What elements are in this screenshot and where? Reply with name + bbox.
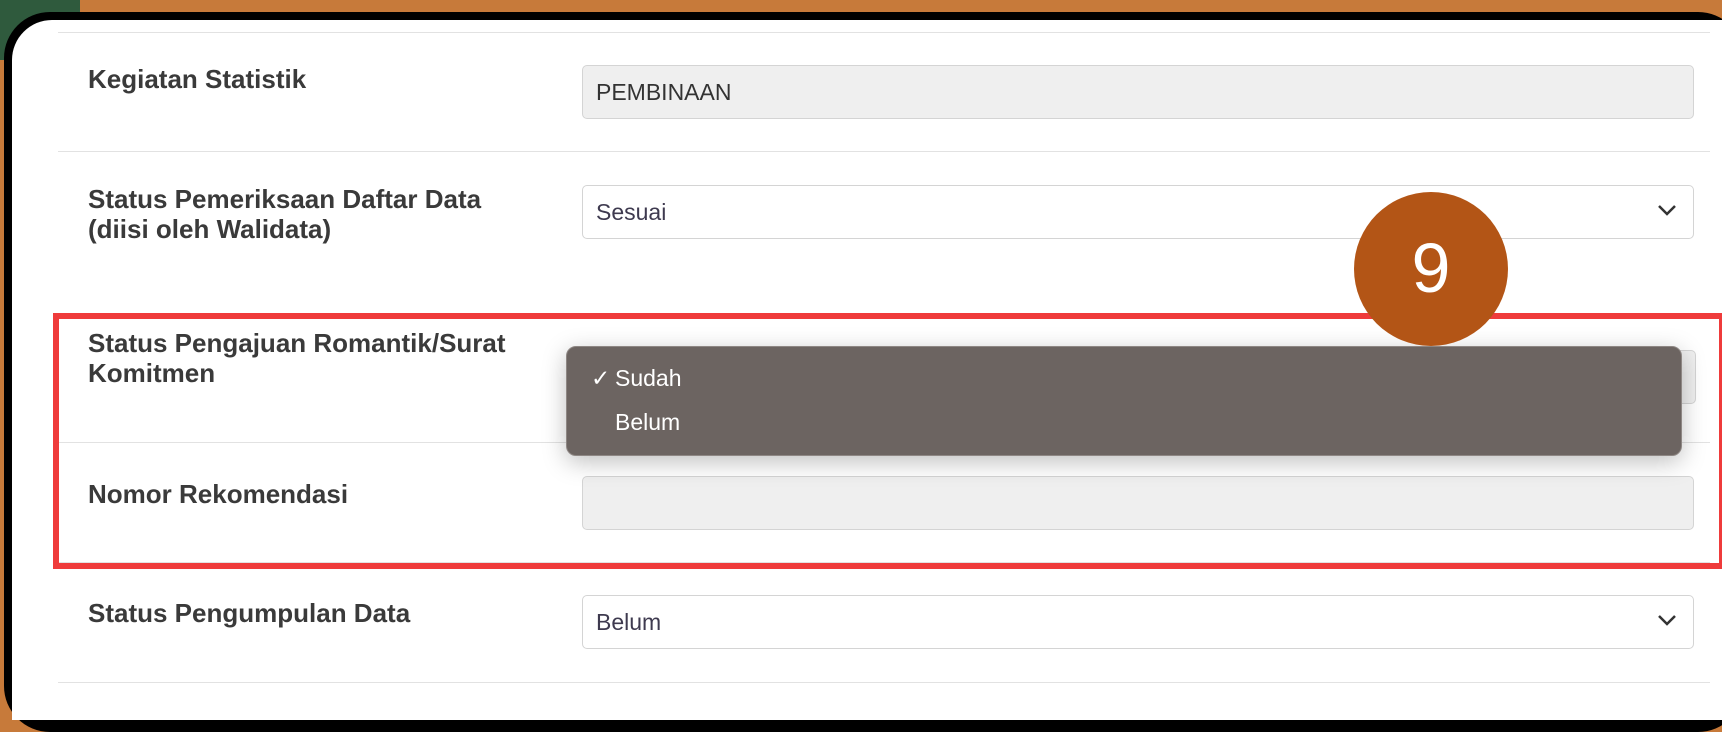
status-pemeriksaan-select[interactable]: Sesuai [582,185,1694,239]
row-divider [58,682,1710,683]
kegiatan-statistik-field: PEMBINAAN [582,65,1694,119]
step-number-badge: 9 [1354,192,1508,346]
dropdown-option-sudah[interactable]: ✓ Sudah [591,363,682,393]
status-pengumpulan-label: Status Pengumpulan Data [88,598,411,628]
label-line: Status Pemeriksaan Daftar Data [88,184,482,214]
status-pengajuan-dropdown-menu: ✓ Sudah Belum [566,346,1682,456]
select-value: Sesuai [596,199,667,225]
kegiatan-statistik-label: Kegiatan Statistik [88,64,307,94]
status-pengumpulan-select[interactable]: Belum [582,595,1694,649]
checkmark-icon: ✓ [591,365,611,391]
dropdown-option-belum[interactable]: Belum [591,407,680,437]
status-pemeriksaan-label: Status Pemeriksaan Daftar Data (diisi ol… [88,184,481,244]
option-label: Sudah [615,365,682,391]
chevron-down-icon [1658,205,1676,216]
label-line: (diisi oleh Walidata) [88,214,332,244]
chevron-down-icon [1658,615,1676,626]
row-divider [58,151,1710,152]
form-panel: Kegiatan Statistik PEMBINAAN Status Peme… [12,20,1722,720]
row-divider [58,32,1710,33]
select-value: Belum [596,609,662,635]
option-label: Belum [615,409,681,435]
